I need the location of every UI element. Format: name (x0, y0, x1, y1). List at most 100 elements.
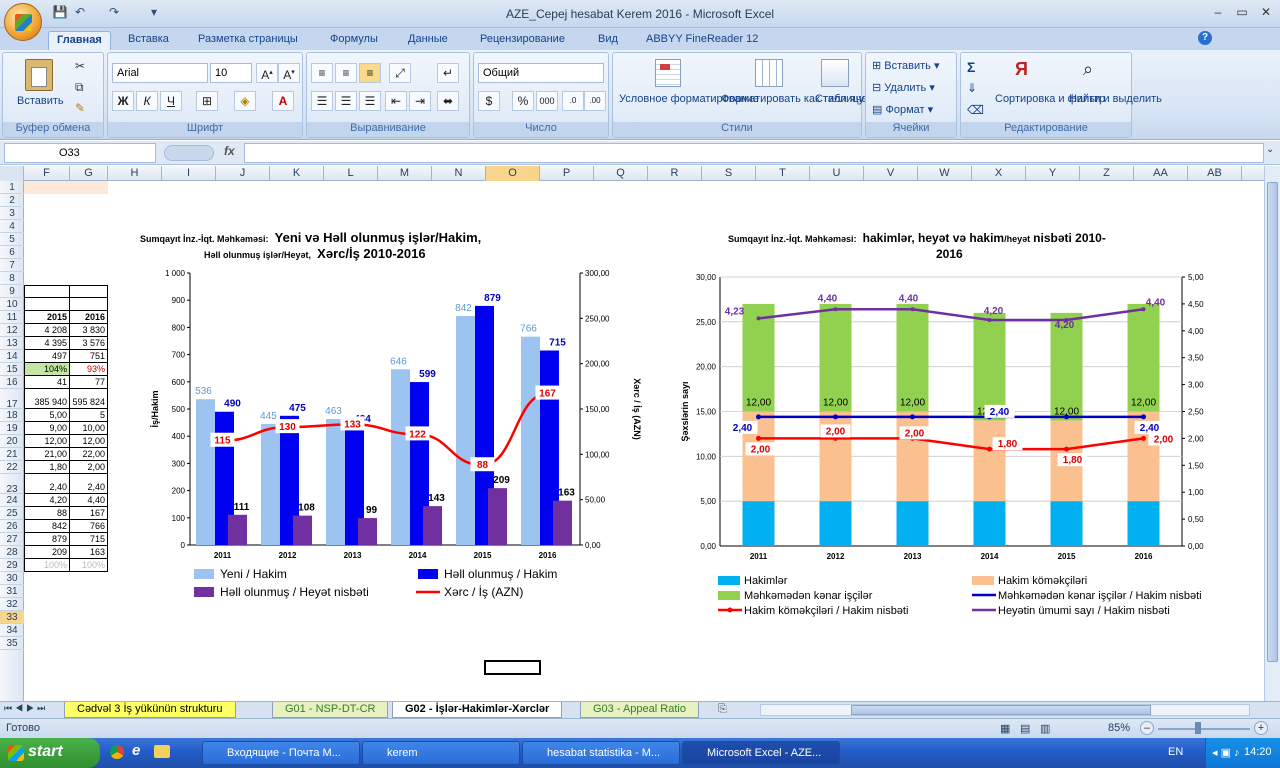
row-header-24[interactable]: 24 (0, 494, 24, 507)
row-header-28[interactable]: 28 (0, 546, 24, 559)
cell-G19[interactable]: 10,00 (70, 422, 108, 435)
view-normal-icon[interactable]: ▦ (1000, 722, 1010, 735)
grow-font-icon[interactable]: A▴ (256, 63, 278, 83)
view-pagebreak-icon[interactable]: ▥ (1040, 722, 1050, 735)
thousands-button[interactable]: 000 (536, 91, 558, 111)
zoom-out-icon[interactable]: – (1140, 721, 1154, 735)
row-header-33[interactable]: 33 (0, 611, 24, 624)
insert-sheet-icon[interactable]: ⎘ (718, 703, 727, 716)
tab-formulas[interactable]: Формулы (322, 31, 386, 50)
align-middle-icon[interactable]: ≡ (335, 63, 357, 83)
column-header-I[interactable]: I (162, 166, 216, 181)
row-header-14[interactable]: 14 (0, 350, 24, 363)
close-button[interactable]: ✕ (1256, 5, 1276, 21)
column-header-K[interactable]: K (270, 166, 324, 181)
align-top-icon[interactable]: ≡ (311, 63, 333, 83)
font-name-select[interactable]: Arial (112, 63, 208, 83)
row-header-12[interactable]: 12 (0, 324, 24, 337)
column-header-AA[interactable]: AA (1134, 166, 1188, 181)
chart-cases-per-judge[interactable]: Sumqayıt İnz.-İqt. Məhkəməsi: Yeni və Hə… (134, 226, 664, 616)
save-icon[interactable]: 💾 (52, 5, 68, 21)
merge-center-icon[interactable]: ⬌ (437, 91, 459, 111)
row-header-3[interactable]: 3 (0, 207, 24, 220)
view-layout-icon[interactable]: ▤ (1020, 722, 1030, 735)
formula-input[interactable] (244, 143, 1264, 163)
row-header-4[interactable]: 4 (0, 220, 24, 233)
cell-F13[interactable]: 4 395 (24, 337, 70, 350)
italic-button[interactable]: К (136, 91, 158, 111)
sheet-tab-g01[interactable]: G01 - NSP-DT-CR (272, 702, 389, 718)
task-word-doc[interactable]: hesabat statistika - M... (522, 741, 680, 765)
cell-G23[interactable]: 2,40 (70, 474, 108, 494)
row-header-20[interactable]: 20 (0, 435, 24, 448)
cell-F27[interactable]: 879 (24, 533, 70, 546)
column-header-Y[interactable]: Y (1026, 166, 1080, 181)
row-header-1[interactable]: 1 (0, 181, 24, 194)
font-size-select[interactable]: 10 (210, 63, 252, 83)
horizontal-scrollbar[interactable] (760, 704, 1250, 716)
row-header-27[interactable]: 27 (0, 533, 24, 546)
cell-styles-button[interactable]: Стили ячеек (815, 93, 878, 106)
cell-F11[interactable]: 2015 (24, 311, 70, 324)
cell-F28[interactable]: 209 (24, 546, 70, 559)
cell-G14[interactable]: 751 (70, 350, 108, 363)
vertical-scrollbar[interactable] (1264, 166, 1280, 701)
cell-F12[interactable]: 4 208 (24, 324, 70, 337)
borders-icon[interactable]: ⊞ (196, 91, 218, 111)
tab-abbyy[interactable]: ABBYY FineReader 12 (638, 31, 766, 50)
zoom-level[interactable]: 85% (1108, 722, 1130, 734)
cell-G15[interactable]: 93% (70, 363, 108, 376)
task-kerem-folder[interactable]: kerem (362, 741, 520, 765)
align-center-icon[interactable]: ☰ (335, 91, 357, 111)
cell-G25[interactable]: 167 (70, 507, 108, 520)
column-header-L[interactable]: L (324, 166, 378, 181)
row-header-32[interactable]: 32 (0, 598, 24, 611)
select-all-button[interactable] (0, 166, 24, 181)
column-header-O[interactable]: O (486, 166, 540, 181)
row-header-10[interactable]: 10 (0, 298, 24, 311)
copy-icon[interactable]: ⧉ (75, 80, 84, 95)
column-header-Z[interactable]: Z (1080, 166, 1134, 181)
folder-icon[interactable] (154, 745, 170, 758)
cell-F23[interactable]: 2,40 (24, 474, 70, 494)
sort-filter-button[interactable]: Сортировка и фильтр (995, 93, 1105, 106)
formula-bar-handle[interactable] (164, 145, 214, 161)
shrink-font-icon[interactable]: A▾ (278, 63, 300, 83)
chrome-icon[interactable] (110, 745, 124, 759)
cell-G9[interactable] (70, 285, 108, 298)
row-header-19[interactable]: 19 (0, 422, 24, 435)
sheet-tab-g03[interactable]: G03 - Appeal Ratio (580, 702, 699, 718)
row-header-26[interactable]: 26 (0, 520, 24, 533)
row-header-23[interactable]: 23 (0, 474, 24, 495)
paste-button[interactable]: Вставить (17, 95, 64, 107)
row-header-31[interactable]: 31 (0, 585, 24, 598)
column-header-R[interactable]: R (648, 166, 702, 181)
cell-F15[interactable]: 104% (24, 363, 70, 376)
cell-F25[interactable]: 88 (24, 507, 70, 520)
row-header-6[interactable]: 6 (0, 246, 24, 259)
wrap-text-icon[interactable]: ↵ (437, 63, 459, 83)
name-box[interactable]: O33 (4, 143, 156, 163)
cell-G18[interactable]: 5 (70, 409, 108, 422)
row-header-25[interactable]: 25 (0, 507, 24, 520)
column-header-X[interactable]: X (972, 166, 1026, 181)
cell-F26[interactable]: 842 (24, 520, 70, 533)
cell-F1[interactable] (24, 181, 108, 194)
cell-G26[interactable]: 766 (70, 520, 108, 533)
row-header-29[interactable]: 29 (0, 559, 24, 572)
underline-button[interactable]: Ч (160, 91, 182, 111)
cell-G13[interactable]: 3 576 (70, 337, 108, 350)
align-bottom-icon[interactable]: ≡ (359, 63, 381, 83)
column-header-F[interactable]: F (24, 166, 70, 181)
cell-F18[interactable]: 5,00 (24, 409, 70, 422)
chart-staff-ratios[interactable]: Sumqayıt İnz.-İqt. Məhkəməsi: hakimlər, … (674, 226, 1234, 622)
qat-customize-icon[interactable]: ▾ (146, 5, 162, 21)
format-painter-icon[interactable]: ✎ (75, 101, 85, 115)
active-cell-O33[interactable] (484, 660, 541, 675)
cell-G20[interactable]: 12,00 (70, 435, 108, 448)
clear-icon[interactable]: ⌫ (967, 103, 984, 117)
currency-icon[interactable]: $ (478, 91, 500, 111)
cell-F16[interactable]: 41 (24, 376, 70, 389)
row-header-18[interactable]: 18 (0, 409, 24, 422)
row-header-2[interactable]: 2 (0, 194, 24, 207)
